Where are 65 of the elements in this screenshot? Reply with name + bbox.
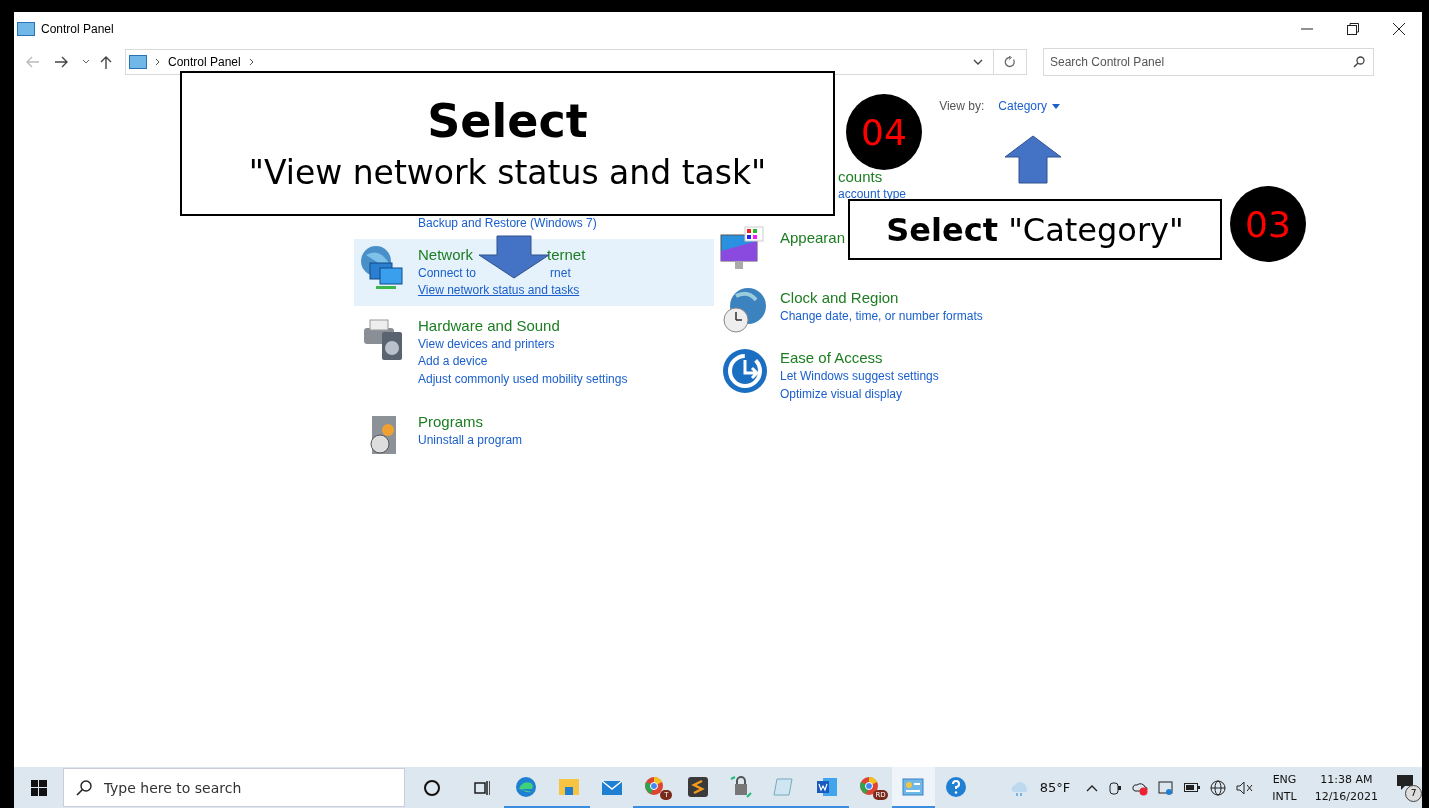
up-arrow-icon	[1003, 135, 1063, 185]
breadcrumb[interactable]: Control Panel	[168, 55, 241, 69]
chevron-icon	[248, 58, 254, 66]
control-panel-icon	[17, 22, 35, 36]
category-title[interactable]: Network	[418, 244, 473, 265]
accessibility-icon	[720, 346, 770, 396]
task-link[interactable]: View network status and tasks	[418, 282, 580, 300]
search-icon	[75, 780, 92, 796]
globe-icon[interactable]	[1210, 779, 1227, 796]
category-title[interactable]: Hardware and Sound	[418, 315, 560, 336]
weather-temperature[interactable]: 85°F	[1039, 780, 1071, 795]
category-title[interactable]: Programs	[418, 412, 484, 432]
task-link[interactable]: Adjust commonly used mobility settings	[418, 370, 628, 388]
category-title[interactable]: Appearan	[780, 228, 846, 248]
callout-text: Select "Category"	[886, 210, 1184, 249]
refresh-icon[interactable]	[1004, 56, 1016, 68]
up-icon[interactable]	[100, 55, 112, 69]
editor-icon	[685, 774, 710, 799]
task-link[interactable]: Backup and Restore (Windows 7)	[418, 215, 597, 233]
notification-count: 7	[1405, 784, 1423, 802]
task-view-icon[interactable]	[472, 778, 491, 797]
camera-icon[interactable]	[1108, 779, 1123, 796]
dropdown-icon[interactable]	[973, 59, 983, 65]
security-icon[interactable]	[1158, 779, 1175, 796]
task-link[interactable]: rnet	[550, 264, 571, 282]
task-link[interactable]: Add a device	[418, 353, 488, 371]
chevron-icon	[155, 58, 160, 66]
category-title[interactable]: Clock and Region	[780, 288, 899, 308]
control-panel-icon	[129, 55, 147, 69]
view-by-label: View by:	[939, 99, 985, 113]
cortana-icon[interactable]	[423, 778, 441, 797]
clock-time[interactable]: 11:38 AM	[1320, 770, 1373, 788]
battery-icon[interactable]	[1184, 782, 1201, 793]
task-link[interactable]: View devices and printers	[418, 335, 555, 353]
search-icon	[1353, 56, 1365, 68]
speaker-muted-icon[interactable]	[1236, 780, 1255, 795]
chevron-up-icon[interactable]	[1086, 783, 1099, 792]
search-field[interactable]: Search Control Panel	[1043, 48, 1374, 76]
callout-text: "View network status and task"	[248, 152, 767, 193]
clock-date[interactable]: 12/16/2021	[1314, 787, 1379, 805]
category-highlight[interactable]: Network ternet Connect to rnet View network status and tasks	[354, 238, 714, 306]
taskbar-search-field[interactable]: Type here to search	[62, 768, 406, 807]
recent-locations-icon[interactable]	[82, 59, 90, 65]
callout-title: Select	[427, 94, 588, 147]
windows-start-icon[interactable]	[31, 779, 47, 796]
language-indicator[interactable]: INTL	[1272, 787, 1297, 805]
category-title[interactable]: counts	[838, 167, 883, 187]
close-button[interactable]	[1393, 23, 1405, 35]
category-title[interactable]: Ease of Access	[780, 348, 883, 368]
language-indicator[interactable]: ENG	[1272, 770, 1297, 788]
window-title: Control Panel	[41, 22, 114, 36]
task-link[interactable]: Connect to	[418, 264, 477, 282]
caret-icon	[1052, 103, 1060, 109]
forward-icon[interactable]	[54, 56, 68, 68]
task-link[interactable]: Change date, time, or number formats	[780, 308, 983, 326]
monitor-palette-icon	[720, 226, 764, 270]
restore-button[interactable]	[1347, 23, 1359, 35]
task-link[interactable]: Optimize visual display	[780, 385, 903, 403]
lock-icon	[729, 774, 753, 799]
task-link[interactable]: Let Windows suggest settings	[780, 368, 939, 386]
category-title[interactable]: ternet	[547, 244, 586, 265]
task-link[interactable]: Uninstall a program	[418, 432, 523, 450]
help-icon	[944, 774, 969, 799]
browser-icon	[513, 774, 538, 799]
view-by-dropdown[interactable]: Category	[998, 99, 1060, 113]
